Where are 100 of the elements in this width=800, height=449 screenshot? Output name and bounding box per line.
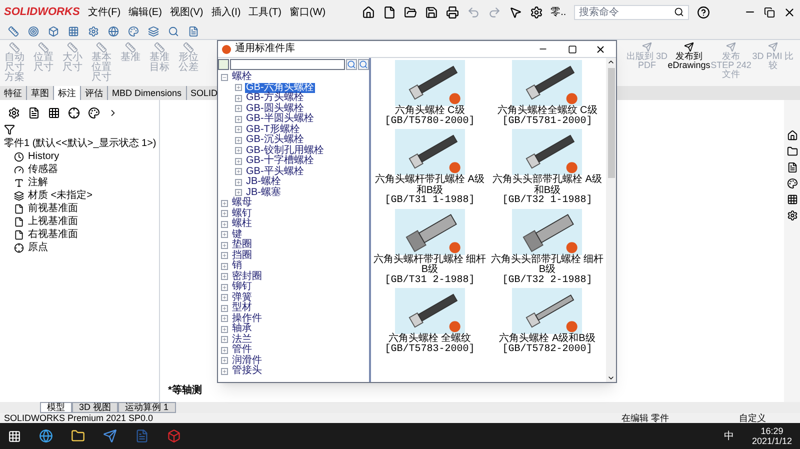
menu-item[interactable]: 文件(F) xyxy=(88,4,121,20)
tree-item[interactable]: 挡圈 xyxy=(231,250,253,261)
expand-icon[interactable] xyxy=(221,315,228,322)
task-pane-icon[interactable] xyxy=(786,162,798,173)
toolbar-icon[interactable] xyxy=(68,26,79,37)
menu-item[interactable]: 工具(T) xyxy=(248,4,282,20)
help-icon[interactable] xyxy=(697,6,710,18)
toolbar-icon[interactable] xyxy=(88,26,99,37)
tree-item[interactable]: GB-圆头螺栓 xyxy=(245,104,305,114)
search-icon[interactable] xyxy=(358,59,369,70)
expand-icon[interactable] xyxy=(221,284,228,291)
tree-item[interactable]: 法兰 xyxy=(231,334,253,345)
expand-icon[interactable] xyxy=(221,220,228,228)
expand-icon[interactable] xyxy=(221,346,228,354)
toolbar-icon[interactable] xyxy=(168,26,179,37)
tree-item[interactable]: 销 xyxy=(231,261,243,272)
expand-icon[interactable] xyxy=(235,158,242,165)
part-name[interactable]: 六角头螺杆带孔螺栓 细杆 B级 xyxy=(372,254,487,276)
expand-icon[interactable] xyxy=(221,273,228,280)
part-name[interactable]: 六角头头部带孔螺栓 A级和B级 xyxy=(490,175,604,196)
expand-icon[interactable] xyxy=(235,189,242,196)
expand-icon[interactable] xyxy=(221,294,228,302)
tree-item[interactable]: 注解 xyxy=(28,175,48,190)
toolbar-icon[interactable] xyxy=(188,26,199,37)
tree-item[interactable]: 管接头 xyxy=(231,366,263,376)
tree-item[interactable]: GB-平头螺栓 xyxy=(245,166,305,177)
tree-item[interactable]: 传感器 xyxy=(28,162,58,177)
tree-item[interactable]: 操作件 xyxy=(231,314,263,324)
maximize-icon[interactable] xyxy=(568,44,577,54)
tree-item[interactable]: JB-螺栓 xyxy=(245,177,282,188)
panel-tab-icon[interactable] xyxy=(68,107,80,119)
expand-icon[interactable] xyxy=(221,262,228,270)
toolbar-icon[interactable] xyxy=(8,26,19,37)
expand-icon[interactable] xyxy=(221,252,228,260)
expand-icon[interactable] xyxy=(235,84,242,92)
expand-icon[interactable] xyxy=(235,168,242,176)
start-icon[interactable] xyxy=(8,430,21,442)
settings-icon[interactable] xyxy=(530,6,543,18)
tree-item[interactable]: GB-十字槽螺栓 xyxy=(245,156,315,166)
tree-item[interactable]: 润滑件 xyxy=(231,356,263,366)
expand-icon[interactable] xyxy=(235,116,242,123)
task-pane-icon[interactable] xyxy=(786,210,798,221)
print-icon[interactable] xyxy=(446,6,459,18)
expand-icon[interactable] xyxy=(221,210,228,218)
tree-item[interactable]: 型材 xyxy=(231,303,253,314)
cad-app-icon[interactable] xyxy=(167,429,181,443)
tree-item[interactable]: 铆钉 xyxy=(231,282,253,292)
restore-icon[interactable] xyxy=(764,6,775,18)
tree-item[interactable]: 轴承 xyxy=(231,324,253,334)
ime-indicator[interactable]: 中 xyxy=(724,428,734,444)
tree-item[interactable]: 前视基准面 xyxy=(28,201,78,216)
expand-icon[interactable] xyxy=(235,178,242,186)
tree-item[interactable]: 垫圈 xyxy=(231,240,253,250)
tree-item[interactable]: 密封圈 xyxy=(231,272,263,282)
search-icon[interactable] xyxy=(346,59,357,70)
expand-icon[interactable] xyxy=(221,336,228,344)
task-pane-icon[interactable] xyxy=(786,178,798,189)
toolbar-icon[interactable] xyxy=(148,26,159,37)
task-pane-icon[interactable] xyxy=(786,146,798,157)
toolbar-icon[interactable] xyxy=(48,26,59,37)
expand-icon[interactable] xyxy=(221,368,228,375)
close-icon[interactable] xyxy=(783,6,796,18)
menu-item[interactable]: 编辑(E) xyxy=(128,4,162,20)
ribbon-button[interactable]: 发布到 eDrawings xyxy=(668,42,710,79)
save-icon[interactable] xyxy=(424,6,438,18)
tree-item[interactable]: 材质 <未指定> xyxy=(28,188,92,203)
expand-icon[interactable] xyxy=(221,231,228,238)
document-icon[interactable] xyxy=(135,429,149,443)
tree-root[interactable]: 零件1 (默认<<默认>_显示状态 1>) xyxy=(0,137,159,150)
task-pane-icon[interactable] xyxy=(786,130,798,141)
home-icon[interactable] xyxy=(362,6,375,18)
part-name[interactable]: 六角头螺栓 全螺纹 xyxy=(372,334,487,344)
tree-item[interactable]: 螺栓 xyxy=(231,72,253,82)
expand-icon[interactable] xyxy=(235,105,242,112)
tab[interactable]: 标注 xyxy=(54,86,81,100)
tree-item[interactable]: 管件 xyxy=(231,345,253,356)
tree-item[interactable]: GB-沉头螺栓 xyxy=(245,135,305,146)
part-name[interactable]: 六角头螺杆带孔螺栓 A级和B级 xyxy=(372,175,487,196)
panel-tab-icon[interactable] xyxy=(8,107,20,119)
expand-icon[interactable] xyxy=(235,94,242,102)
scroll-up-icon[interactable] xyxy=(607,58,615,66)
scroll-down-icon[interactable] xyxy=(607,374,615,382)
toolbar-icon[interactable] xyxy=(128,26,139,37)
tree-item[interactable]: 弹簧 xyxy=(231,292,253,303)
tree-item[interactable]: 原点 xyxy=(28,240,48,255)
search-field[interactable] xyxy=(230,59,345,70)
filter-icon[interactable] xyxy=(4,124,15,135)
menu-item[interactable]: 视图(V) xyxy=(170,4,204,20)
toolbar-icon[interactable] xyxy=(108,26,119,37)
tree-item[interactable]: 键 xyxy=(231,230,243,240)
expand-icon[interactable] xyxy=(221,357,228,364)
toolbar-icon[interactable] xyxy=(28,26,39,37)
open-icon[interactable] xyxy=(404,6,417,18)
panel-tab-icon[interactable] xyxy=(48,107,60,119)
part-name[interactable]: 六角头头部带孔螺栓 细杆 B级 xyxy=(490,254,604,276)
scroll-thumb[interactable] xyxy=(608,68,614,178)
expand-icon[interactable] xyxy=(221,200,228,207)
folder-icon[interactable] xyxy=(71,429,85,443)
search-field[interactable]: 搜索命令 xyxy=(574,4,690,20)
tree-item[interactable]: 螺柱 xyxy=(231,219,253,230)
